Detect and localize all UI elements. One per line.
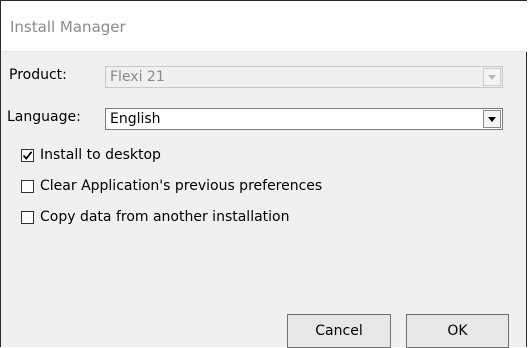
window-title: Install Manager	[10, 18, 126, 36]
chevron-down-icon	[488, 75, 496, 80]
product-dropdown-button[interactable]	[483, 68, 501, 86]
cancel-button[interactable]: Cancel	[287, 314, 391, 348]
clear-preferences-label: Clear Application's previous preferences	[40, 178, 323, 194]
copy-data-label: Copy data from another installation	[40, 209, 290, 225]
title-bar: Install Manager	[1, 1, 527, 52]
language-label: Language:	[7, 109, 81, 125]
language-dropdown-button[interactable]	[483, 110, 501, 128]
language-dropdown[interactable]: English	[105, 108, 503, 130]
install-to-desktop-checkbox[interactable]	[21, 149, 34, 162]
checkmark-icon	[22, 151, 33, 160]
language-value: English	[110, 111, 161, 127]
clear-preferences-checkbox[interactable]	[21, 180, 34, 193]
ok-button[interactable]: OK	[406, 314, 509, 348]
product-dropdown[interactable]: Flexi 21	[105, 66, 503, 88]
product-label: Product:	[9, 67, 67, 83]
product-value: Flexi 21	[110, 69, 165, 85]
chevron-down-icon	[488, 117, 496, 122]
install-to-desktop-label: Install to desktop	[40, 147, 161, 163]
install-manager-dialog: Install Manager Product: Flexi 21 Langua…	[0, 0, 527, 348]
copy-data-checkbox[interactable]	[21, 211, 34, 224]
